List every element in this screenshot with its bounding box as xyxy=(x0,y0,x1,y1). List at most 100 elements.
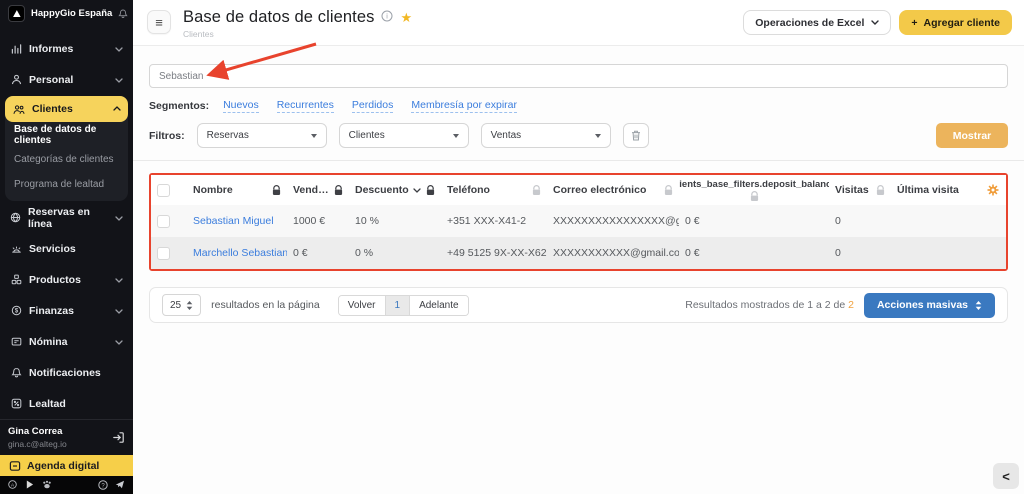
add-client-label: Agregar cliente xyxy=(924,17,1000,29)
segment-link-nuevos[interactable]: Nuevos xyxy=(223,99,259,113)
cell-discount: 10 % xyxy=(349,205,441,237)
caret-down-icon xyxy=(595,134,601,138)
chevron-down-icon xyxy=(115,74,123,86)
segment-link-membresia[interactable]: Membresía por expirar xyxy=(411,99,517,113)
column-header-correo[interactable]: Correo electrónico xyxy=(553,184,646,196)
menu-toggle-button[interactable]: ≡ xyxy=(147,10,171,34)
agenda-digital-button[interactable]: Agenda digital xyxy=(0,455,133,476)
user-section[interactable]: Gina Correa gina.c@alteg.io xyxy=(0,419,133,455)
sidebar-item-label: Notificaciones xyxy=(29,367,101,379)
row-checkbox[interactable] xyxy=(157,247,170,260)
cell-discount: 0 % xyxy=(349,237,441,269)
app-badge-googleplay-icon[interactable] xyxy=(25,480,34,489)
table-row[interactable]: Sebastian Miguel 1000 € 10 % +351 XXX-X4… xyxy=(151,205,1006,237)
brand-logo[interactable] xyxy=(8,5,25,22)
lock-icon xyxy=(334,185,343,196)
column-header-deposit-balance[interactable]: clients_base_filters.deposit_balance xyxy=(679,179,829,190)
sidebar-item-nomina[interactable]: Nómina xyxy=(0,326,133,357)
column-header-telefono[interactable]: Teléfono xyxy=(447,184,490,196)
app-badge-appstore-icon[interactable]: A xyxy=(8,480,17,489)
pager: Volver 1 Adelante xyxy=(338,295,469,316)
pager-current-page[interactable]: 1 xyxy=(386,296,411,315)
sidebar-item-lealtad[interactable]: Lealtad xyxy=(0,388,133,419)
show-button[interactable]: Mostrar xyxy=(936,123,1008,148)
sidebar-item-notificaciones[interactable]: Notificaciones xyxy=(0,357,133,388)
pager-forward-button[interactable]: Adelante xyxy=(410,296,467,315)
filter-select-reservas[interactable]: Reservas xyxy=(197,123,327,148)
table-row[interactable]: Marchello Sebastian 0 € 0 % +49 5125 9X-… xyxy=(151,237,1006,269)
favorite-star-icon[interactable]: ★ xyxy=(400,11,412,24)
sidebar-item-label: Finanzas xyxy=(29,305,74,317)
sidebar-subitem-categorias[interactable]: Categorías de clientes xyxy=(5,147,128,172)
person-icon xyxy=(10,74,22,85)
add-client-button[interactable]: + Agregar cliente xyxy=(899,10,1012,35)
column-header-visitas[interactable]: Visitas xyxy=(835,184,869,196)
filter-select-clientes[interactable]: Clientes xyxy=(339,123,469,148)
sidebar-item-label: Clientes xyxy=(32,103,73,115)
app-window: HappyGio España Informes Personal Client… xyxy=(0,0,1024,494)
sidebar-item-informes[interactable]: Informes xyxy=(0,33,133,64)
filter-select-ventas[interactable]: Ventas xyxy=(481,123,611,148)
sort-chevron-icon[interactable] xyxy=(413,188,421,193)
sidebar-item-productos[interactable]: Productos xyxy=(0,264,133,295)
chevron-down-icon xyxy=(871,20,879,25)
caret-down-icon xyxy=(453,134,459,138)
sidebar-item-label: Nómina xyxy=(29,336,68,348)
page-header: ≡ Base de datos de clientes i ★ Clientes… xyxy=(133,0,1024,46)
app-badge-appgallery-icon[interactable] xyxy=(42,480,52,489)
sidebar-item-reservas-en-linea[interactable]: Reservas en línea xyxy=(0,202,133,233)
logout-icon[interactable] xyxy=(112,431,125,444)
service-bell-icon xyxy=(10,243,22,254)
segment-link-recurrentes[interactable]: Recurrentes xyxy=(277,99,334,113)
sidebar-item-clientes[interactable]: Clientes xyxy=(5,96,128,122)
bulk-actions-button[interactable]: Acciones masivas xyxy=(864,293,995,318)
cell-sold: 1000 € xyxy=(287,205,349,237)
column-settings-gear-icon[interactable] xyxy=(986,184,1000,196)
help-icon[interactable]: ? xyxy=(98,480,108,490)
chevron-down-icon xyxy=(115,212,123,224)
cell-deposit: 0 € xyxy=(679,237,829,269)
pager-back-button[interactable]: Volver xyxy=(339,296,386,315)
select-all-checkbox[interactable] xyxy=(157,184,170,197)
filters-label: Filtros: xyxy=(149,130,185,142)
column-header-nombre[interactable]: Nombre xyxy=(193,184,233,196)
info-icon[interactable]: i xyxy=(381,9,393,27)
sidebar-item-label: Informes xyxy=(29,43,73,55)
client-search-input[interactable] xyxy=(149,64,1008,88)
sidebar-item-label: Servicios xyxy=(29,243,76,255)
sidebar-item-servicios[interactable]: Servicios xyxy=(0,233,133,264)
sidebar-subitem-programa-lealtad[interactable]: Programa de lealtad xyxy=(5,172,128,197)
lock-icon xyxy=(664,185,673,196)
chevron-down-icon xyxy=(115,274,123,286)
collapse-panel-button[interactable]: < xyxy=(993,463,1019,489)
excel-operations-button[interactable]: Operaciones de Excel xyxy=(743,10,891,35)
client-name-link[interactable]: Marchello Sebastian xyxy=(193,247,287,259)
sidebar: HappyGio España Informes Personal Client… xyxy=(0,0,133,494)
column-header-vendido[interactable]: Vendido xyxy=(293,184,330,196)
row-checkbox[interactable] xyxy=(157,215,170,228)
sidebar-item-finanzas[interactable]: $ Finanzas xyxy=(0,295,133,326)
bell-icon xyxy=(10,367,22,378)
clear-filters-button[interactable] xyxy=(623,123,649,148)
notifications-bell-icon[interactable] xyxy=(118,8,128,19)
cell-last-visit xyxy=(891,237,980,269)
segment-link-perdidos[interactable]: Perdidos xyxy=(352,99,393,113)
filters-row: Filtros: Reservas Clientes Ventas Mostra… xyxy=(149,123,1008,148)
lock-icon xyxy=(750,191,759,202)
page-title: Base de datos de clientes xyxy=(183,8,374,27)
trash-icon xyxy=(631,130,641,141)
clients-table: Nombre Vendido Descuento Teléfono Correo… xyxy=(151,175,1006,269)
sidebar-item-personal[interactable]: Personal xyxy=(0,64,133,95)
column-header-ultima-visita[interactable]: Última visita xyxy=(897,184,959,196)
results-total: 2 xyxy=(848,299,854,311)
column-header-descuento[interactable]: Descuento xyxy=(355,184,409,196)
per-page-select[interactable]: 25 xyxy=(162,294,201,316)
sidebar-subitem-base-de-datos[interactable]: Base de datos de clientes xyxy=(5,122,128,147)
telegram-icon[interactable] xyxy=(115,480,125,489)
content: Segmentos: Nuevos Recurrentes Perdidos M… xyxy=(133,46,1024,494)
cell-email: XXXXXXXXXXXXXXXX@gmail.com xyxy=(547,205,679,237)
plus-icon: + xyxy=(911,17,917,29)
title-wrap: Base de datos de clientes i ★ Clientes xyxy=(183,8,412,39)
client-name-link[interactable]: Sebastian Miguel xyxy=(193,215,274,227)
payroll-card-icon xyxy=(10,336,22,347)
